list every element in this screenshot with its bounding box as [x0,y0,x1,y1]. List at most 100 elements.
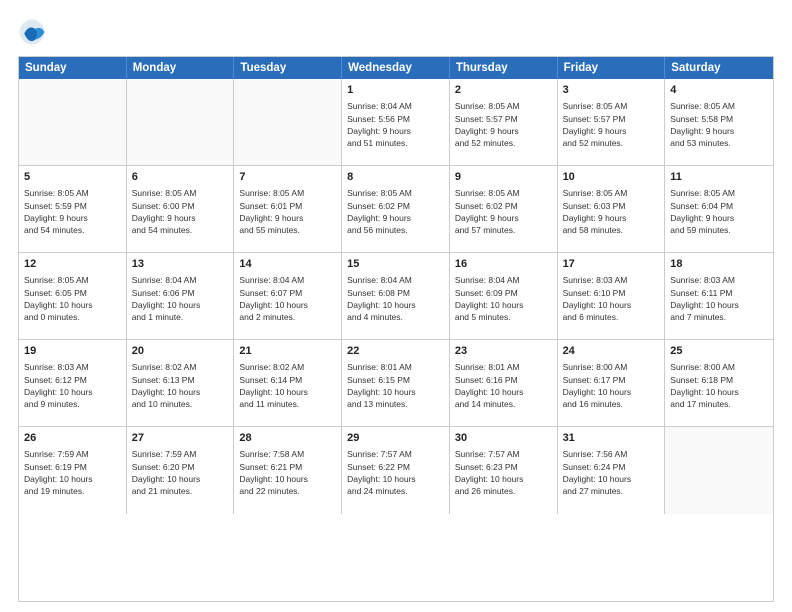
day-number: 28 [239,431,336,446]
day-cell-30: 30 Sunrise: 7:57 AM Sunset: 6:23 PM Dayli… [450,427,558,514]
day-number: 18 [670,257,768,272]
day-cell-13: 13 Sunrise: 8:04 AM Sunset: 6:06 PM Dayli… [127,253,235,339]
day-number: 25 [670,344,768,359]
day-number: 12 [24,257,121,272]
day-info: Sunrise: 7:58 AM Sunset: 6:21 PM Dayligh… [239,448,336,497]
day-number: 27 [132,431,229,446]
logo [18,18,52,46]
day-cell-19: 19 Sunrise: 8:03 AM Sunset: 6:12 PM Dayli… [19,340,127,426]
day-cell-6: 6 Sunrise: 8:05 AM Sunset: 6:00 PM Daylig… [127,166,235,252]
week-row-3: 12 Sunrise: 8:05 AM Sunset: 6:05 PM Dayli… [19,253,773,340]
day-cell-14: 14Sunrise: 8:04 AM Sunset: 6:07 PM Dayli… [234,253,342,339]
day-info: Sunrise: 8:03 AM Sunset: 6:10 PM Dayligh… [563,274,660,323]
day-cell-15: 15Sunrise: 8:04 AM Sunset: 6:08 PM Dayli… [342,253,450,339]
logo-icon [18,18,46,46]
day-cell-22: 22 Sunrise: 8:01 AM Sunset: 6:15 PM Dayli… [342,340,450,426]
day-cell-4: 4 Sunrise: 8:05 AM Sunset: 5:58 PM Daylig… [665,79,773,165]
day-info: Sunrise: 8:05 AM Sunset: 5:57 PM Dayligh… [563,100,660,149]
day-cell-23: 23Sunrise: 8:01 AM Sunset: 6:16 PM Dayli… [450,340,558,426]
day-cell-3: 3 Sunrise: 8:05 AM Sunset: 5:57 PM Daylig… [558,79,666,165]
day-info: Sunrise: 7:57 AM Sunset: 6:23 PM Dayligh… [455,448,552,497]
day-number: 3 [563,83,660,98]
day-cell-11: 11 Sunrise: 8:05 AM Sunset: 6:04 PM Dayli… [665,166,773,252]
day-number: 13 [132,257,229,272]
day-info: Sunrise: 8:05 AM Sunset: 6:00 PM Dayligh… [132,187,229,236]
day-number: 20 [132,344,229,359]
day-number: 14 [239,257,336,272]
day-cell-21: 21 Sunrise: 8:02 AM Sunset: 6:14 PM Dayli… [234,340,342,426]
day-number: 1 [347,83,444,98]
day-number: 24 [563,344,660,359]
day-number: 9 [455,170,552,185]
day-cell-16: 16 Sunrise: 8:04 AM Sunset: 6:09 PM Dayli… [450,253,558,339]
day-number: 10 [563,170,660,185]
day-info: Sunrise: 8:04 AM Sunset: 6:09 PM Dayligh… [455,274,552,323]
day-number: 21 [239,344,336,359]
empty-cell [234,79,342,165]
weekday-header-monday: Monday [127,57,235,79]
empty-cell [19,79,127,165]
weekday-header-sunday: Sunday [19,57,127,79]
day-info: Sunrise: 8:05 AM Sunset: 5:59 PM Dayligh… [24,187,121,236]
day-cell-28: 28 Sunrise: 7:58 AM Sunset: 6:21 PM Dayli… [234,427,342,514]
day-number: 15 [347,257,444,272]
calendar: SundayMondayTuesdayWednesdayThursdayFrid… [18,56,774,602]
day-info: Sunrise: 8:03 AM Sunset: 6:12 PM Dayligh… [24,361,121,410]
day-cell-8: 8Sunrise: 8:05 AM Sunset: 6:02 PM Daylig… [342,166,450,252]
week-row-1: 1Sunrise: 8:04 AM Sunset: 5:56 PM Daylig… [19,79,773,166]
day-info: Sunrise: 8:05 AM Sunset: 6:05 PM Dayligh… [24,274,121,323]
day-cell-24: 24Sunrise: 8:00 AM Sunset: 6:17 PM Dayli… [558,340,666,426]
day-number: 26 [24,431,121,446]
day-number: 16 [455,257,552,272]
day-number: 30 [455,431,552,446]
day-number: 5 [24,170,121,185]
calendar-body: 1Sunrise: 8:04 AM Sunset: 5:56 PM Daylig… [19,79,773,601]
day-info: Sunrise: 8:05 AM Sunset: 5:58 PM Dayligh… [670,100,768,149]
day-info: Sunrise: 8:05 AM Sunset: 6:02 PM Dayligh… [455,187,552,236]
day-number: 22 [347,344,444,359]
day-info: Sunrise: 7:57 AM Sunset: 6:22 PM Dayligh… [347,448,444,497]
day-info: Sunrise: 8:01 AM Sunset: 6:16 PM Dayligh… [455,361,552,410]
day-cell-25: 25 Sunrise: 8:00 AM Sunset: 6:18 PM Dayli… [665,340,773,426]
day-cell-17: 17 Sunrise: 8:03 AM Sunset: 6:10 PM Dayli… [558,253,666,339]
day-info: Sunrise: 8:02 AM Sunset: 6:14 PM Dayligh… [239,361,336,410]
day-cell-27: 27 Sunrise: 7:59 AM Sunset: 6:20 PM Dayli… [127,427,235,514]
day-info: Sunrise: 8:00 AM Sunset: 6:18 PM Dayligh… [670,361,768,410]
day-info: Sunrise: 7:56 AM Sunset: 6:24 PM Dayligh… [563,448,660,497]
day-number: 31 [563,431,660,446]
day-number: 4 [670,83,768,98]
day-info: Sunrise: 8:04 AM Sunset: 6:06 PM Dayligh… [132,274,229,323]
day-info: Sunrise: 8:01 AM Sunset: 6:15 PM Dayligh… [347,361,444,410]
header [18,18,774,46]
day-cell-9: 9 Sunrise: 8:05 AM Sunset: 6:02 PM Daylig… [450,166,558,252]
week-row-4: 19 Sunrise: 8:03 AM Sunset: 6:12 PM Dayli… [19,340,773,427]
day-cell-12: 12 Sunrise: 8:05 AM Sunset: 6:05 PM Dayli… [19,253,127,339]
day-number: 8 [347,170,444,185]
day-number: 11 [670,170,768,185]
day-info: Sunrise: 7:59 AM Sunset: 6:20 PM Dayligh… [132,448,229,497]
page: SundayMondayTuesdayWednesdayThursdayFrid… [0,0,792,612]
day-cell-10: 10Sunrise: 8:05 AM Sunset: 6:03 PM Dayli… [558,166,666,252]
day-number: 19 [24,344,121,359]
day-info: Sunrise: 8:05 AM Sunset: 6:04 PM Dayligh… [670,187,768,236]
day-cell-29: 29 Sunrise: 7:57 AM Sunset: 6:22 PM Dayli… [342,427,450,514]
weekday-header-wednesday: Wednesday [342,57,450,79]
day-info: Sunrise: 8:05 AM Sunset: 5:57 PM Dayligh… [455,100,552,149]
day-cell-20: 20 Sunrise: 8:02 AM Sunset: 6:13 PM Dayli… [127,340,235,426]
day-info: Sunrise: 8:02 AM Sunset: 6:13 PM Dayligh… [132,361,229,410]
empty-cell [127,79,235,165]
day-number: 29 [347,431,444,446]
week-row-5: 26Sunrise: 7:59 AM Sunset: 6:19 PM Dayli… [19,427,773,514]
day-cell-1: 1Sunrise: 8:04 AM Sunset: 5:56 PM Daylig… [342,79,450,165]
weekday-header-friday: Friday [558,57,666,79]
day-cell-7: 7Sunrise: 8:05 AM Sunset: 6:01 PM Daylig… [234,166,342,252]
weekday-header-tuesday: Tuesday [234,57,342,79]
day-cell-31: 31 Sunrise: 7:56 AM Sunset: 6:24 PM Dayli… [558,427,666,514]
day-info: Sunrise: 8:05 AM Sunset: 6:01 PM Dayligh… [239,187,336,236]
weekday-header-thursday: Thursday [450,57,558,79]
day-number: 17 [563,257,660,272]
day-cell-5: 5 Sunrise: 8:05 AM Sunset: 5:59 PM Daylig… [19,166,127,252]
day-info: Sunrise: 8:03 AM Sunset: 6:11 PM Dayligh… [670,274,768,323]
empty-cell [665,427,773,514]
day-number: 6 [132,170,229,185]
